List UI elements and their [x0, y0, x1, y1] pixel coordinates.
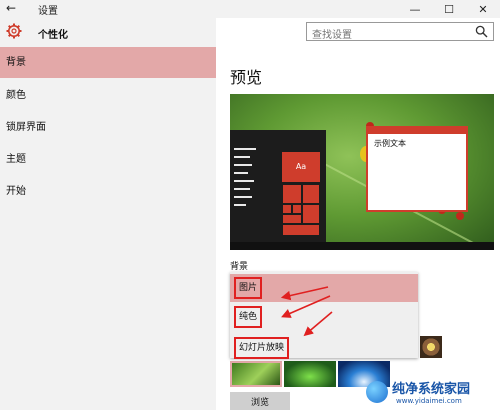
search-input[interactable] [307, 27, 477, 44]
background-type-dropdown[interactable]: 图片 纯色 幻灯片放映 [230, 272, 418, 359]
option-label: 图片 [234, 277, 263, 299]
dropdown-option-solid-color[interactable]: 纯色 [230, 304, 418, 332]
option-label: 纯色 [234, 306, 263, 328]
tile [292, 204, 302, 214]
title-bar: ← 设置 — ☐ ✕ [0, 0, 500, 18]
sidebar: 个性化 背景 颜色 锁屏界面 主题 开始 [0, 18, 216, 410]
back-arrow-icon[interactable]: ← [6, 1, 16, 15]
menu-line [234, 156, 250, 158]
search-box[interactable] [306, 22, 494, 44]
menu-line [234, 180, 254, 182]
menu-line [234, 164, 252, 166]
page-title: 个性化 [38, 30, 68, 41]
browse-button[interactable]: 浏览 [230, 392, 290, 410]
sidebar-item-start[interactable]: 开始 [0, 176, 216, 207]
menu-line [234, 188, 250, 190]
close-button[interactable]: ✕ [466, 0, 500, 18]
watermark-url: www.yidaimei.com [396, 397, 462, 405]
tile [282, 204, 292, 214]
gear-icon [6, 23, 22, 39]
wallpaper-thumbnail[interactable] [420, 336, 442, 358]
tile [282, 184, 302, 204]
dropdown-option-slideshow[interactable]: 幻灯片放映 [230, 334, 418, 362]
ladybug [456, 212, 464, 220]
tile [282, 224, 320, 236]
window-title: 设置 [38, 6, 58, 17]
sidebar-item-lock-screen[interactable]: 锁屏界面 [0, 112, 216, 143]
menu-line [234, 172, 248, 174]
start-menu-preview: Aa [230, 130, 326, 242]
preview-heading: 预览 [230, 68, 263, 87]
background-preview: Aa 示例文本 [230, 94, 494, 250]
tile [302, 184, 320, 204]
tile [302, 204, 320, 224]
maximize-button[interactable]: ☐ [432, 0, 466, 18]
menu-line [234, 196, 252, 198]
wallpaper-thumbnail[interactable] [284, 361, 336, 387]
option-label: 幻灯片放映 [234, 337, 290, 359]
watermark-logo-icon [366, 381, 388, 403]
sample-text: 示例文本 [374, 139, 406, 148]
watermark-title: 纯净系统家园 [392, 382, 471, 397]
tile [282, 214, 302, 224]
menu-line [234, 204, 246, 206]
minimize-button[interactable]: — [398, 0, 432, 18]
sample-window: 示例文本 [366, 126, 468, 212]
sidebar-item-background[interactable]: 背景 [0, 47, 216, 78]
sample-window-titlebar [368, 128, 466, 134]
search-icon[interactable] [475, 25, 488, 38]
menu-line [234, 148, 256, 150]
taskbar-preview [230, 242, 494, 250]
sidebar-item-colors[interactable]: 颜色 [0, 80, 216, 111]
sidebar-header: 个性化 [0, 18, 216, 48]
background-label: 背景 [230, 262, 249, 272]
wallpaper-thumbnail[interactable] [230, 361, 282, 387]
dropdown-option-picture[interactable]: 图片 [230, 274, 418, 302]
watermark: 纯净系统家园 www.yidaimei.com [366, 378, 500, 408]
tile-large: Aa [282, 152, 320, 182]
sidebar-item-themes[interactable]: 主题 [0, 144, 216, 175]
